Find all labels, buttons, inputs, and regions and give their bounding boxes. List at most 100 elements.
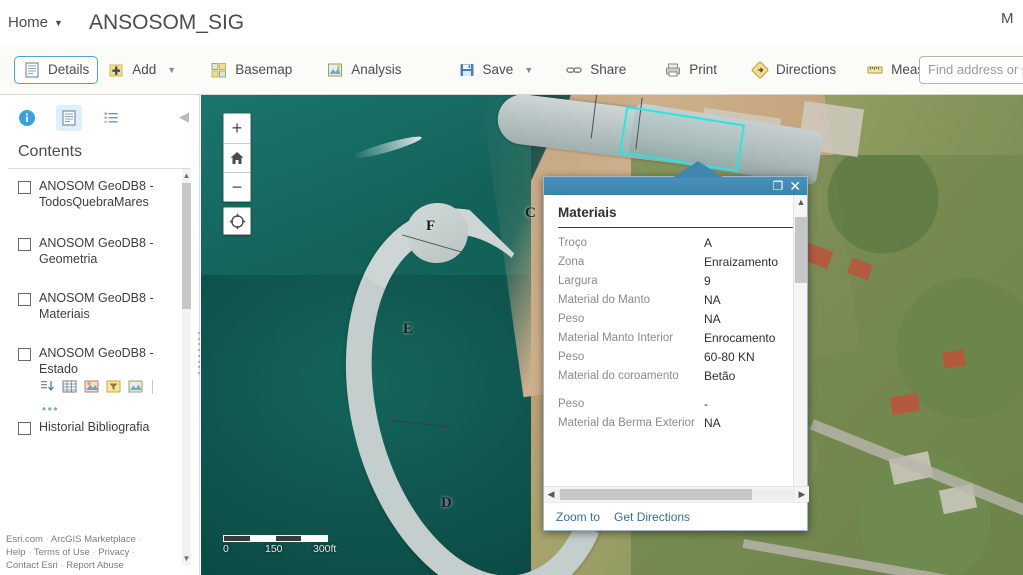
footer-link-terms[interactable]: Terms of Use <box>34 547 90 558</box>
attribute-row: Material Manto Interior Enrocamento <box>558 329 792 348</box>
directions-icon <box>751 61 769 79</box>
popup-vertical-scrollbar[interactable]: ▲ ▼ <box>793 195 807 502</box>
search-input[interactable]: Find address or place <box>919 56 1023 84</box>
attribute-key: Zona <box>558 256 585 268</box>
footer-link-help[interactable]: Help <box>6 547 26 558</box>
save-button[interactable]: Save ▼ <box>449 56 543 84</box>
attribute-key: Material da Berma Exterior <box>558 417 695 429</box>
attribute-row: Zona Enraizamento <box>558 253 792 272</box>
footer-link-privacy[interactable]: Privacy <box>98 547 129 558</box>
footer-link-contact[interactable]: Contact Esri <box>6 560 58 571</box>
layer-label: ANOSOM GeoDB8 - Estado <box>39 346 154 376</box>
add-icon <box>107 61 125 79</box>
scale-bar-segments <box>223 535 328 542</box>
home-extent-button[interactable] <box>224 143 250 172</box>
footer-link-marketplace[interactable]: ArcGIS Marketplace <box>51 534 136 545</box>
arcgis-map-viewer: Home ▼ ANSOSOM_SIG M Details Add ▼ Basem… <box>0 0 1023 575</box>
map-view[interactable]: A B C D E F + − <box>201 95 1023 575</box>
close-icon[interactable]: ✕ <box>789 179 801 193</box>
scroll-left-arrow[interactable]: ◀ <box>544 489 558 500</box>
scale-label-max: 300ft <box>313 543 337 555</box>
scroll-up-arrow[interactable]: ▲ <box>794 197 807 207</box>
locate-button[interactable] <box>223 207 251 235</box>
home-menu[interactable]: Home ▼ <box>8 14 63 31</box>
popup-titlebar: ❐ ✕ <box>544 177 807 195</box>
attribute-value: 9 <box>704 274 711 288</box>
attribute-value: Enraizamento <box>704 255 779 269</box>
details-button[interactable]: Details <box>14 55 99 84</box>
attribute-key: Material do Manto <box>558 294 651 306</box>
sidebar-tab-contents[interactable] <box>56 105 82 131</box>
scroll-thumb[interactable] <box>795 217 807 283</box>
scroll-up-arrow[interactable]: ▲ <box>182 171 191 180</box>
attribute-key: Material Manto Interior <box>558 332 674 344</box>
attribute-value: Betão <box>704 369 736 383</box>
attribute-value: - <box>704 397 708 411</box>
layer-item[interactable]: Historial Bibliografia <box>0 420 199 436</box>
basemap-button[interactable]: Basemap <box>201 56 301 84</box>
symbology-icon[interactable] <box>84 379 99 394</box>
add-button[interactable]: Add ▼ <box>98 56 185 84</box>
attribute-key: Peso <box>558 313 585 325</box>
legend-icon <box>104 112 118 123</box>
collapse-panel-button[interactable]: ◀ <box>179 109 189 125</box>
map-label-e: E <box>403 321 414 337</box>
print-icon <box>664 61 682 79</box>
footer-link-report[interactable]: Report Abuse <box>66 560 124 571</box>
attribute-value: NA <box>704 416 721 430</box>
scroll-track[interactable] <box>558 489 795 500</box>
layer-label: ANOSOM GeoDB8 - Materiais <box>39 291 154 321</box>
footer-links: Esri.com · ArcGIS Marketplace · Help · T… <box>6 534 142 571</box>
share-label: Share <box>590 62 627 77</box>
popup-horizontal-scrollbar[interactable]: ◀ ▶ <box>544 486 809 502</box>
layer-checkbox[interactable] <box>18 293 31 306</box>
scroll-thumb[interactable] <box>560 489 752 500</box>
analysis-button[interactable]: Analysis <box>317 56 410 84</box>
print-label: Print <box>689 62 718 77</box>
scale-label-zero: 0 <box>223 543 229 555</box>
layer-checkbox[interactable] <box>18 238 31 251</box>
layer-item[interactable]: ANOSOM GeoDB8 - Geometria <box>0 236 199 267</box>
table-icon[interactable] <box>62 379 77 394</box>
zoom-out-button[interactable]: − <box>224 172 250 201</box>
maximize-icon[interactable]: ❐ <box>773 180 784 192</box>
layer-item[interactable]: ANOSOM GeoDB8 - Materiais <box>0 291 199 322</box>
attribute-key: Peso <box>558 351 585 363</box>
popup-actions: Zoom to Get Directions <box>544 502 807 530</box>
layer-checkbox[interactable] <box>18 348 31 361</box>
directions-button[interactable]: Directions <box>742 56 845 84</box>
share-button[interactable]: Share <box>556 56 635 84</box>
app-header: Home ▼ ANSOSOM_SIG M <box>0 0 1023 45</box>
footer-link-esri[interactable]: Esri.com <box>6 534 43 545</box>
zoom-in-button[interactable]: + <box>224 114 250 143</box>
scroll-thumb[interactable] <box>182 183 191 309</box>
transparency-icon[interactable] <box>40 379 55 394</box>
chevron-down-icon: ▼ <box>524 64 534 75</box>
layer-checkbox[interactable] <box>18 422 31 435</box>
sidebar-tab-about[interactable] <box>14 105 40 131</box>
add-label: Add <box>132 62 157 77</box>
analysis-label: Analysis <box>351 62 402 77</box>
main-toolbar: Details Add ▼ Basemap Analysis Save ▼ Sh… <box>0 45 1023 95</box>
labels-icon[interactable] <box>128 379 143 394</box>
sidebar-tab-legend[interactable] <box>98 105 124 131</box>
layer-item[interactable]: ANOSOM GeoDB8 - Estado <box>0 346 199 377</box>
details-label: Details <box>48 62 90 77</box>
popup-title-rule <box>558 227 793 228</box>
layer-more-menu[interactable]: ••• <box>0 402 199 416</box>
sidebar-scrollbar[interactable]: ▲ ▼ <box>182 169 191 565</box>
print-button[interactable]: Print <box>655 56 726 84</box>
contents-sidebar: ◀ Contents ANOSOM GeoDB8 - TodosQuebraMa… <box>0 95 200 575</box>
account-menu[interactable]: M <box>1001 10 1019 27</box>
analysis-icon <box>326 61 344 79</box>
popup-body: Materiais Troço A Zona Enraizamento Larg… <box>544 195 807 502</box>
filter-icon[interactable] <box>106 379 121 394</box>
scroll-right-arrow[interactable]: ▶ <box>795 489 809 500</box>
layer-checkbox[interactable] <box>18 181 31 194</box>
attribute-row: Peso - <box>558 395 792 414</box>
layer-item[interactable]: ANOSOM GeoDB8 - TodosQuebraMares <box>0 179 199 210</box>
get-directions-link[interactable]: Get Directions <box>614 510 690 524</box>
contents-heading: Contents <box>8 137 191 169</box>
sidebar-tabs: ◀ <box>0 95 199 137</box>
zoom-to-link[interactable]: Zoom to <box>556 510 600 524</box>
